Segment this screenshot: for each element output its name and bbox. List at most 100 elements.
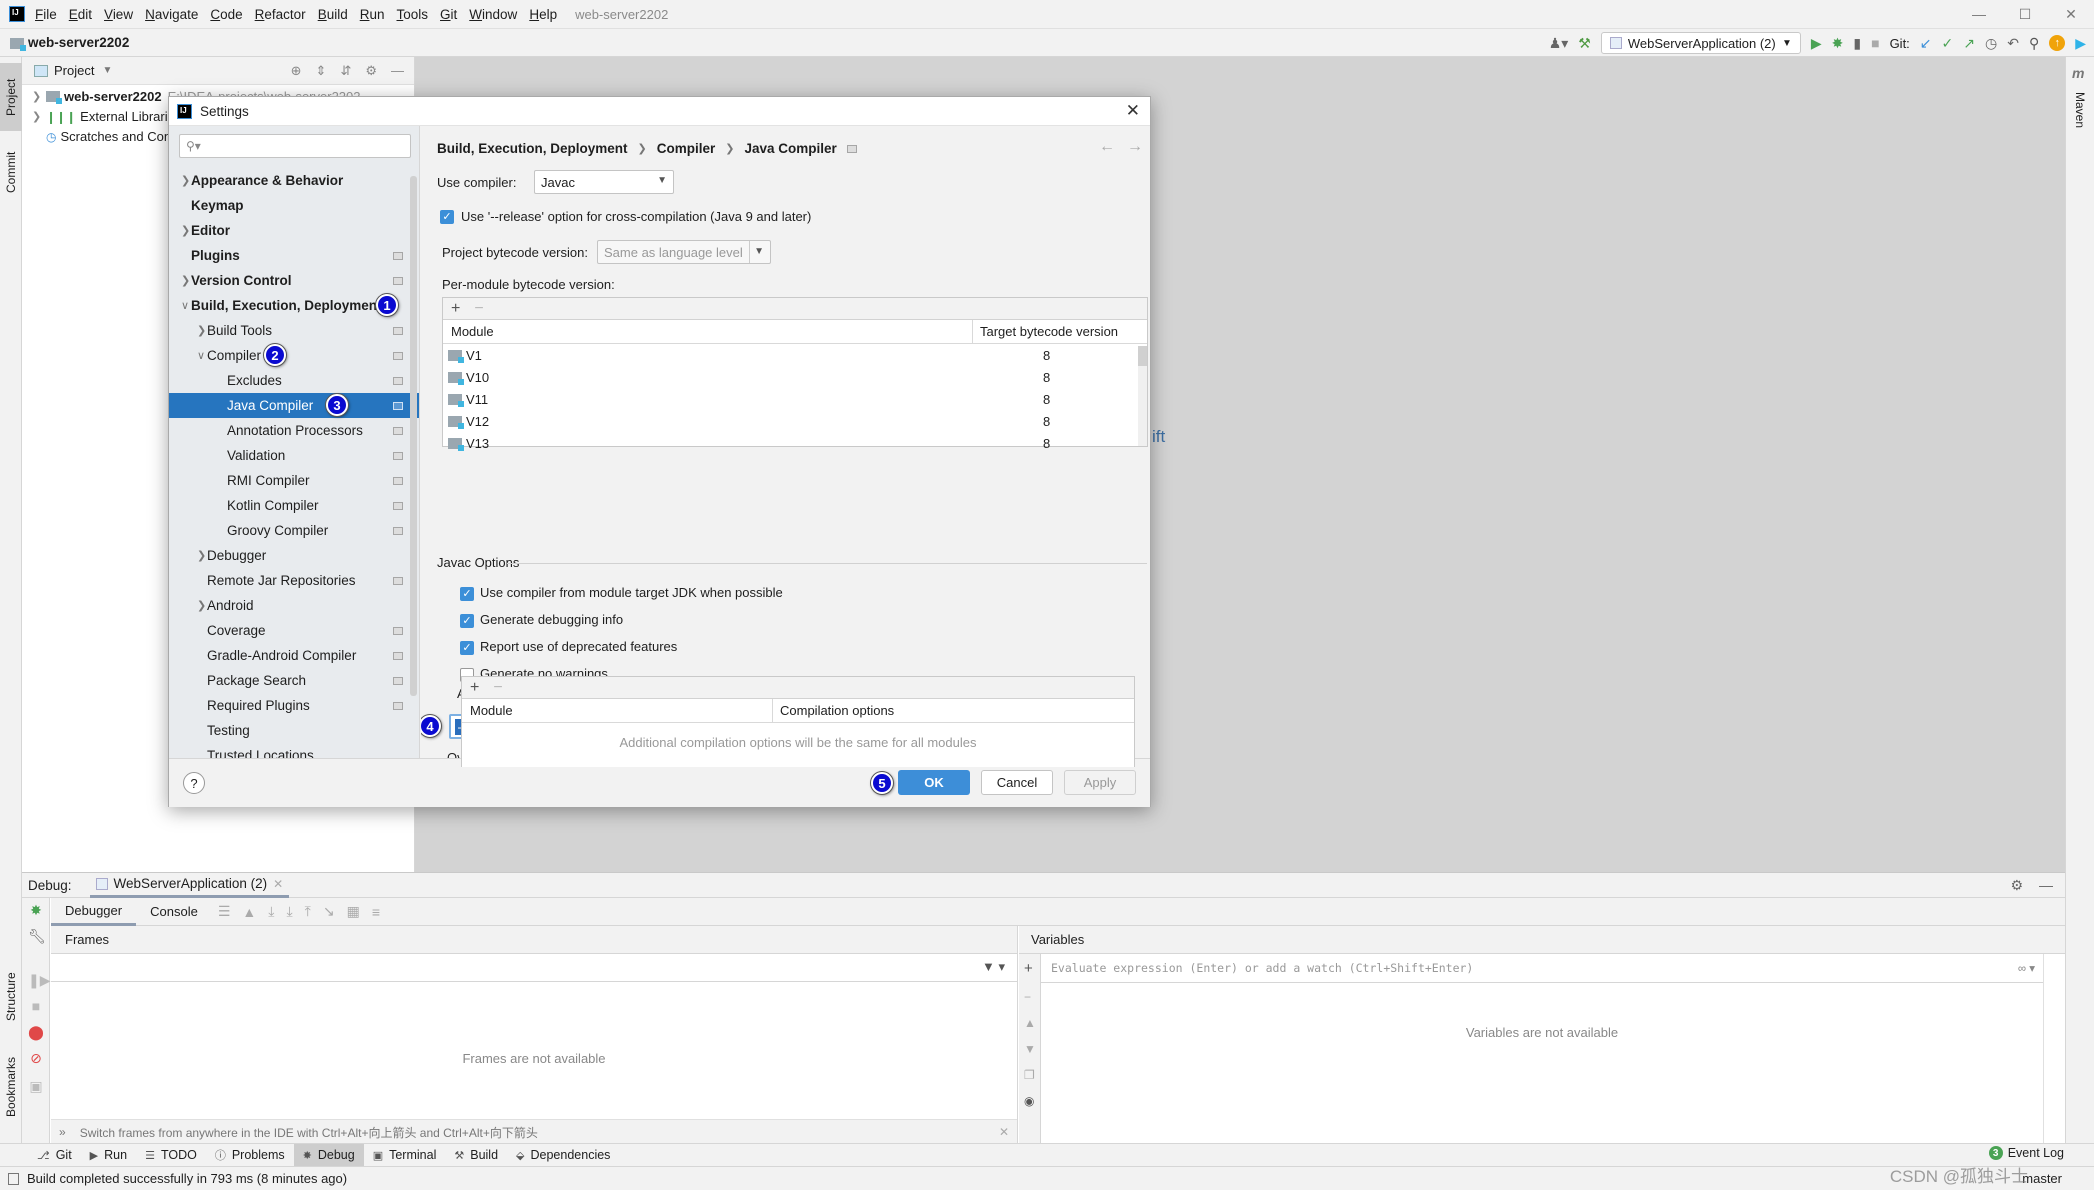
target-bytecode-version[interactable]: 8	[1043, 414, 1050, 429]
mute-breakpoints-icon[interactable]: ⊘	[28, 1050, 44, 1067]
locate-icon[interactable]: ⊕	[291, 63, 302, 79]
history-icon[interactable]: ◷	[1985, 36, 1997, 50]
chevron-right-icon[interactable]: ❯	[181, 274, 190, 287]
debug-bug-icon[interactable]: ✸	[1832, 36, 1844, 50]
settings-search-input[interactable]: ⚲▾	[179, 134, 411, 158]
settings-tree-scrollbar[interactable]	[410, 176, 417, 696]
column-header-module[interactable]: Module	[443, 324, 494, 339]
run-to-cursor-icon[interactable]: ↘	[323, 903, 335, 920]
project-breadcrumb[interactable]: web-server2202	[10, 35, 129, 51]
chevron-right-icon[interactable]: ❯	[197, 324, 206, 337]
git-push-icon[interactable]: ↗	[1963, 36, 1975, 50]
javac-option-checkbox[interactable]: ✓	[460, 641, 474, 655]
show-execution-point-icon[interactable]: ▲	[242, 904, 256, 920]
target-bytecode-version[interactable]: 8	[1043, 436, 1050, 451]
settings-tree-item[interactable]: Trusted Locations	[169, 743, 419, 758]
settings-tree-item[interactable]: Annotation Processors	[169, 418, 419, 443]
settings-tree-item[interactable]: ❯ Appearance & Behavior	[169, 168, 419, 193]
project-view-select[interactable]: Project	[54, 63, 94, 78]
settings-tree-item[interactable]: RMI Compiler	[169, 468, 419, 493]
settings-tree-item[interactable]: ❯ Debugger	[169, 543, 419, 568]
layout-icon[interactable]: ☰	[218, 903, 231, 920]
menu-build[interactable]: Build	[318, 7, 348, 22]
move-down-icon[interactable]: ▼	[1024, 1042, 1036, 1056]
search-everywhere-icon[interactable]: ⚲	[2029, 36, 2039, 50]
tree-item-external-libraries[interactable]: ❯ ❙❙❙ External Libraries	[32, 109, 181, 124]
menu-help[interactable]: Help	[529, 7, 557, 22]
chevron-down-icon[interactable]: ▼	[102, 65, 112, 76]
project-bytecode-select[interactable]: Same as language level ▼	[597, 240, 771, 264]
settings-tree-item[interactable]: Package Search	[169, 668, 419, 693]
settings-tree-item[interactable]: ❯ Editor	[169, 218, 419, 243]
table-row[interactable]: V12 8	[443, 410, 1147, 432]
frames-thread-select[interactable]: ▼ ▾	[51, 954, 1017, 982]
menu-navigate[interactable]: Navigate	[145, 7, 198, 22]
move-up-icon[interactable]: ▲	[1024, 1016, 1036, 1030]
menu-code[interactable]: Code	[210, 7, 242, 22]
close-tab-icon[interactable]: ✕	[273, 877, 283, 891]
duplicate-icon[interactable]: ❐	[1024, 1068, 1035, 1082]
cancel-button[interactable]: Cancel	[981, 770, 1053, 795]
run-configuration-select[interactable]: WebServerApplication (2) ▼	[1600, 32, 1801, 54]
menu-refactor[interactable]: Refactor	[255, 7, 306, 22]
gear-icon[interactable]: ⚙	[365, 63, 377, 79]
chevron-double-right-icon[interactable]: »	[59, 1125, 66, 1139]
debug-bug-icon[interactable]: ✸	[28, 902, 44, 919]
account-icon[interactable]: ♟▾	[1549, 36, 1569, 50]
menu-window[interactable]: Window	[469, 7, 517, 22]
breadcrumb-item[interactable]: Compiler	[657, 141, 716, 156]
tool-tab-commit[interactable]: Commit	[0, 137, 22, 207]
tool-tab-debug[interactable]: ✸ Debug	[293, 1143, 364, 1167]
update-icon[interactable]: ↑	[2049, 35, 2066, 51]
status-message[interactable]: Build completed successfully in 793 ms (…	[27, 1171, 347, 1186]
settings-tree-item[interactable]: Keymap	[169, 193, 419, 218]
git-commit-icon[interactable]: ✓	[1942, 36, 1954, 50]
stop-icon[interactable]: ■	[28, 998, 44, 1014]
add-watch-icon[interactable]: +	[1024, 960, 1033, 977]
run-icon[interactable]: ▶	[1811, 36, 1822, 50]
menu-tools[interactable]: Tools	[397, 7, 429, 22]
resume-icon[interactable]: ❚▶	[28, 972, 51, 989]
table-row[interactable]: V11 8	[443, 388, 1147, 410]
close-icon[interactable]: ✕	[999, 1125, 1009, 1139]
javac-option-checkbox[interactable]: ✓	[460, 587, 474, 601]
settings-tree-item[interactable]: ❯ Version Control	[169, 268, 419, 293]
table-row[interactable]: V1 8	[443, 344, 1147, 366]
menu-run[interactable]: Run	[360, 7, 385, 22]
build-hammer-icon[interactable]: ⚒	[1578, 36, 1591, 50]
view-breakpoints-icon[interactable]: ⬤	[28, 1024, 44, 1041]
add-icon[interactable]: +	[451, 300, 460, 318]
tool-tab-terminal[interactable]: ▣ Terminal	[364, 1144, 446, 1167]
gear-icon[interactable]: ⚙	[2010, 877, 2023, 894]
ok-button[interactable]: OK	[898, 770, 970, 795]
maximize-button[interactable]: ☐	[2002, 0, 2048, 29]
trace-icon[interactable]: ≡	[372, 904, 380, 920]
menu-git[interactable]: Git	[440, 7, 457, 22]
settings-tree-item[interactable]: ∨ Build, Execution, Deployment 1	[169, 293, 419, 318]
stop-icon[interactable]: ■	[1871, 36, 1879, 50]
close-window-button[interactable]: ✕	[2048, 0, 2094, 29]
back-arrow-icon[interactable]: ←	[1099, 138, 1115, 156]
remove-icon[interactable]: −	[474, 300, 483, 318]
tool-tab-bookmarks[interactable]: Bookmarks	[0, 1042, 22, 1132]
table-row[interactable]: V10 8	[443, 366, 1147, 388]
evaluate-icon[interactable]: ▦	[347, 903, 360, 920]
chevron-right-icon[interactable]: ❯	[181, 174, 190, 187]
target-bytecode-version[interactable]: 8	[1043, 392, 1050, 407]
hide-panel-icon[interactable]: —	[2039, 877, 2053, 894]
tool-tab-structure[interactable]: Structure	[0, 957, 22, 1037]
hide-panel-icon[interactable]: —	[391, 63, 404, 79]
settings-tree-item[interactable]: Java Compiler 3	[169, 393, 419, 418]
close-icon[interactable]: ✕	[1126, 101, 1140, 121]
settings-tree-item[interactable]: Excludes	[169, 368, 419, 393]
table-row[interactable]: V13 8	[443, 432, 1147, 454]
chevron-right-icon[interactable]: ❯	[197, 549, 206, 562]
settings-tree-item[interactable]: Groovy Compiler	[169, 518, 419, 543]
tool-tab-git[interactable]: ⎇ Git	[28, 1144, 81, 1167]
tab-debugger[interactable]: Debugger	[51, 898, 137, 926]
forward-arrow-icon[interactable]: →	[1127, 138, 1143, 156]
settings-tree-item[interactable]: Kotlin Compiler	[169, 493, 419, 518]
tool-tab-problems[interactable]: ⓘ Problems	[206, 1144, 294, 1167]
chevron-right-icon[interactable]: ❯	[181, 224, 190, 237]
toggle-tool-windows-icon[interactable]	[8, 1172, 19, 1185]
